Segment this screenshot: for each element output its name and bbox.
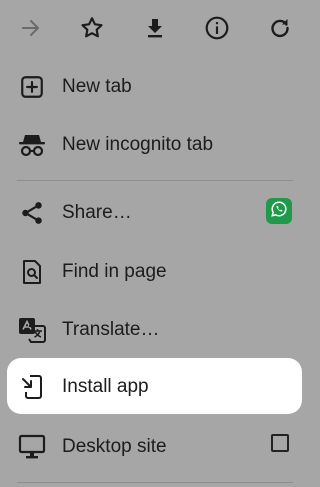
whatsapp-share-button[interactable]: [266, 198, 292, 224]
page-info-button[interactable]: [198, 9, 236, 47]
download-icon: [143, 16, 167, 40]
menu-divider: [17, 180, 293, 181]
menu-item-desktop-site[interactable]: Desktop site: [0, 418, 309, 476]
whatsapp-icon: [270, 200, 288, 223]
menu-item-find-in-page[interactable]: Find in page: [0, 243, 309, 301]
incognito-icon: [17, 131, 47, 159]
menu-item-label: Desktop site: [62, 436, 167, 457]
menu-item-label: Share…: [62, 202, 132, 223]
info-icon: [204, 15, 230, 41]
install-app-icon: [17, 373, 47, 401]
menu-item-label: Find in page: [62, 261, 167, 282]
translate-icon: [17, 316, 47, 344]
overflow-menu: New tab New incognito tab Share… Find in…: [0, 0, 309, 487]
menu-item-label: New tab: [62, 76, 132, 97]
forward-button[interactable]: [12, 9, 50, 47]
refresh-icon: [268, 16, 292, 40]
menu-item-label: Translate…: [62, 319, 160, 340]
menu-item-new-tab[interactable]: New tab: [0, 58, 309, 116]
menu-divider: [17, 482, 293, 483]
menu-item-share[interactable]: Share…: [0, 184, 309, 242]
find-in-page-icon: [17, 258, 47, 286]
download-button[interactable]: [136, 9, 174, 47]
menu-item-label: New incognito tab: [62, 134, 214, 155]
menu-item-translate[interactable]: Translate…: [0, 301, 309, 359]
bookmark-button[interactable]: [73, 9, 111, 47]
desktop-site-checkbox[interactable]: [271, 434, 289, 452]
desktop-icon: [17, 433, 47, 461]
plus-square-icon: [17, 73, 47, 101]
forward-icon: [19, 16, 43, 40]
refresh-button[interactable]: [261, 9, 299, 47]
menu-item-new-incognito-tab[interactable]: New incognito tab: [0, 116, 309, 174]
menu-item-install-app[interactable]: Install app: [0, 358, 309, 416]
menu-item-label: Install app: [62, 376, 149, 397]
menu-toolbar: [0, 0, 309, 56]
star-icon: [79, 15, 105, 41]
share-icon: [17, 199, 47, 227]
